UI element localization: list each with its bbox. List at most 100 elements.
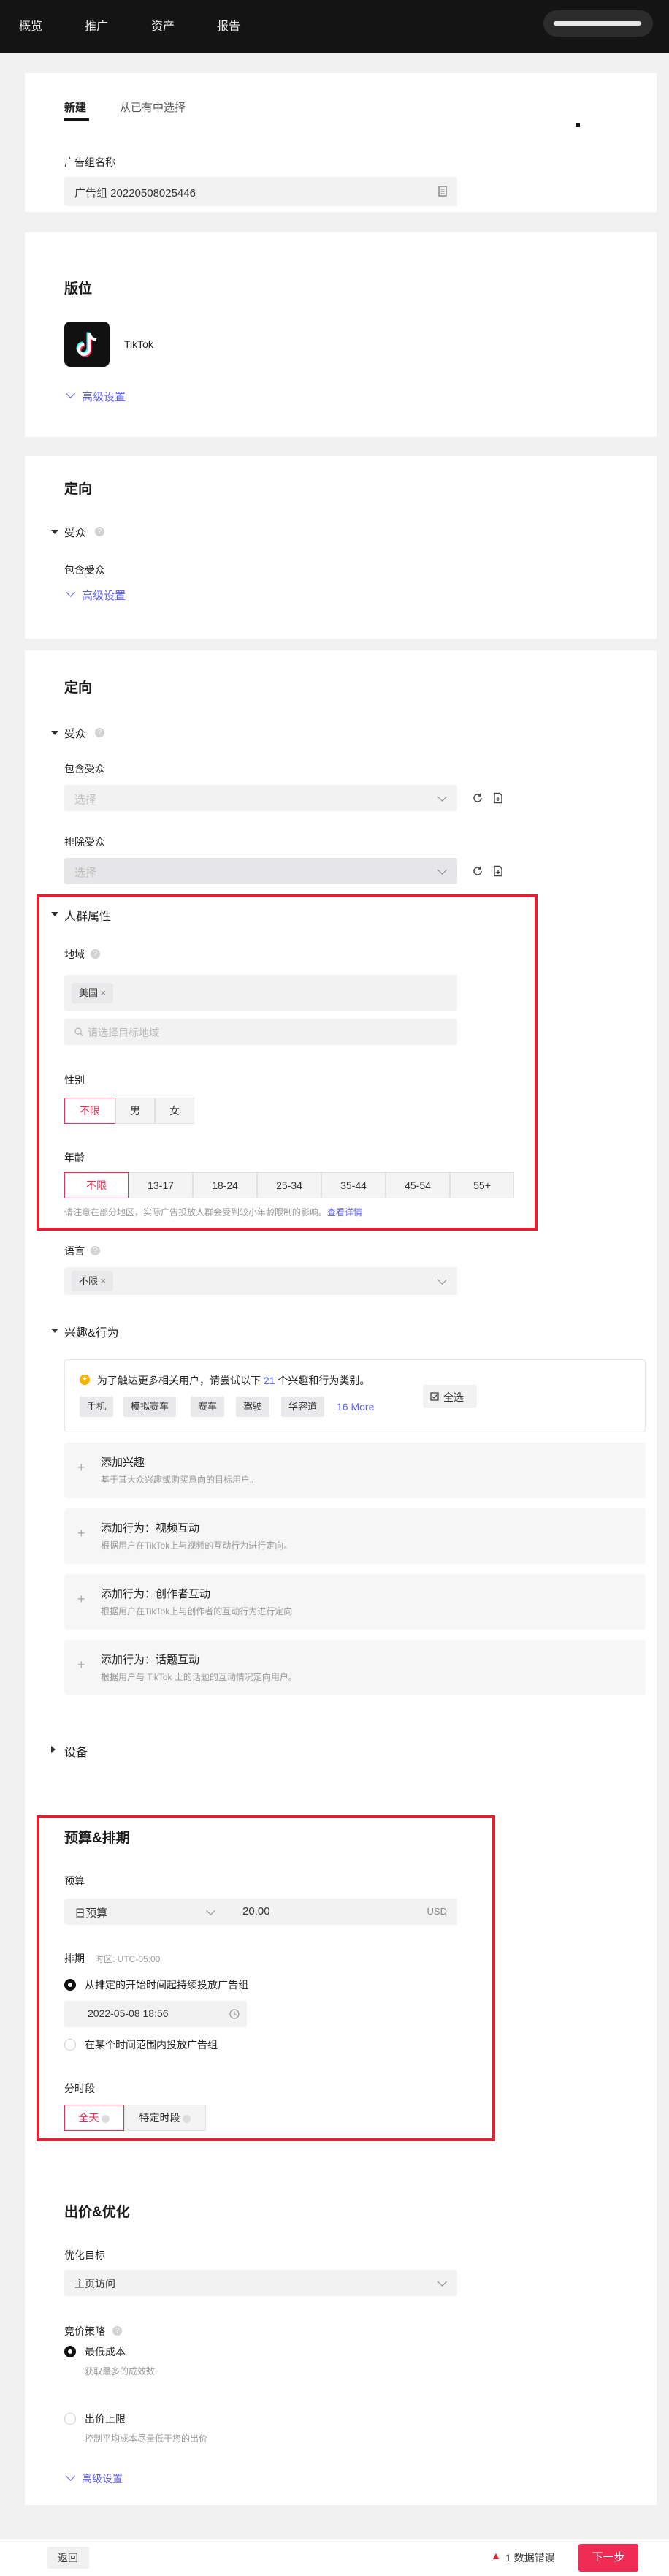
warning-icon: ▲	[491, 2550, 501, 2561]
nav-promote[interactable]: 推广	[85, 16, 108, 34]
placement-advanced-link[interactable]: 高级设置	[82, 389, 126, 404]
close-icon[interactable]: ×	[101, 1275, 107, 1286]
help-icon[interactable]: ?	[112, 2326, 122, 2336]
cost-cap-label[interactable]: 出价上限	[85, 2412, 126, 2426]
audience-label-1[interactable]: 受众	[64, 525, 86, 540]
adgroup-name-input[interactable]: 广告组 20220508025446	[64, 177, 457, 206]
help-icon[interactable]: ?	[95, 728, 104, 737]
optimization-goal-select[interactable]: 主页访问	[64, 2270, 457, 2296]
help-icon[interactable]: ?	[91, 1246, 100, 1255]
error-count-link[interactable]: 1 数据错误	[505, 2550, 555, 2565]
placement-app-name: TikTok	[124, 338, 153, 350]
refresh-icon[interactable]	[472, 792, 483, 804]
hashtag-interaction-desc: 根据用户与 TikTok 上的话题的互动情况定向用户。	[101, 1672, 297, 1682]
targeting-advanced-link[interactable]: 高级设置	[82, 588, 126, 603]
chevron-down-icon	[66, 2471, 75, 2481]
interest-tag[interactable]: 手机	[80, 1397, 114, 1417]
caret-right-icon[interactable]	[51, 1746, 56, 1753]
targeting-title-1: 定向	[64, 482, 93, 497]
clipboard-icon[interactable]	[438, 186, 447, 197]
exclude-audience-select[interactable]: 选择	[64, 858, 457, 884]
device-title[interactable]: 设备	[64, 1742, 88, 1760]
account-switcher[interactable]	[543, 10, 653, 37]
interest-suggestion-box: ✦ 为了触达更多相关用户，请尝试以下 21 个兴趣和行为类别。 手机 模拟赛车 …	[64, 1359, 646, 1432]
include-audience-placeholder: 选择	[74, 794, 97, 806]
chevron-down-icon	[437, 792, 447, 802]
tab-active-indicator	[64, 118, 89, 121]
nav-overview[interactable]: 概览	[19, 16, 42, 34]
exclude-audience-label: 排除受众	[64, 836, 105, 848]
marker-dot	[576, 123, 580, 127]
add-interest-desc: 基于其大众兴趣或购买意向的目标用户。	[101, 1475, 259, 1485]
tab-new[interactable]: 新建	[64, 99, 86, 115]
targeting-title-2: 定向	[64, 680, 93, 696]
add-creator-interaction-card[interactable]: + 添加行为：创作者互动 根据用户在TikTok上与创作者的互动行为进行定向	[64, 1574, 646, 1630]
include-audience-label-1: 包含受众	[64, 564, 105, 576]
account-name-redacted	[554, 21, 641, 26]
select-all-icon	[430, 1392, 439, 1401]
tip-count: 21	[263, 1375, 275, 1386]
include-audience-select[interactable]: 选择	[64, 785, 457, 811]
chevron-down-icon	[66, 389, 75, 398]
caret-down-icon[interactable]	[51, 530, 58, 534]
language-tag-label: 不限	[79, 1275, 99, 1286]
optimization-goal-label: 优化目标	[64, 2249, 105, 2261]
tiktok-logo-icon[interactable]	[64, 322, 110, 367]
bidding-advanced-link[interactable]: 高级设置	[82, 2471, 123, 2486]
bid-strategy-label: 竞价策略	[64, 2325, 105, 2337]
select-all-button[interactable]: 全选	[423, 1385, 477, 1408]
interest-tag[interactable]: 驾驶	[236, 1397, 270, 1417]
interest-suggestion-tip: 为了触达更多相关用户，请尝试以下 21 个兴趣和行为类别。	[97, 1373, 370, 1388]
top-nav-bar: 概览 推广 资产 报告	[0, 0, 669, 53]
language-tag[interactable]: 不限 ×	[72, 1271, 114, 1291]
lightbulb-icon: ✦	[80, 1375, 90, 1385]
language-label: 语言	[64, 1245, 85, 1257]
interests-title[interactable]: 兴趣&行为	[64, 1323, 119, 1340]
adgroup-name-value: 广告组 20220508025446	[74, 187, 196, 200]
plus-icon: +	[77, 1592, 85, 1606]
chevron-down-icon	[437, 865, 447, 875]
add-video-interaction-card[interactable]: + 添加行为：视频互动 根据用户在TikTok上与视频的互动行为进行定向。	[64, 1508, 646, 1564]
include-audience-label-2: 包含受众	[64, 763, 105, 775]
cost-cap-radio[interactable]	[64, 2413, 76, 2425]
lowest-cost-radio[interactable]	[64, 2346, 76, 2357]
interest-tag[interactable]: 华容道	[281, 1397, 325, 1417]
lowest-cost-desc: 获取最多的成效数	[85, 2366, 156, 2376]
lowest-cost-label[interactable]: 最低成本	[85, 2344, 126, 2359]
nav-assets[interactable]: 资产	[151, 16, 175, 34]
highlight-box-budget	[37, 1815, 495, 2141]
adgroup-name-card: 新建 从已有中选择 广告组名称 广告组 20220508025446	[25, 73, 657, 212]
tab-existing[interactable]: 从已有中选择	[120, 99, 186, 115]
add-interest-card[interactable]: + 添加兴趣 基于其大众兴趣或购买意向的目标用户。	[64, 1443, 646, 1498]
placement-card: 版位 TikTok 高级设置	[25, 232, 657, 437]
back-button[interactable]: 返回	[47, 2547, 89, 2569]
next-button[interactable]: 下一步	[578, 2544, 638, 2572]
caret-down-icon[interactable]	[51, 731, 58, 735]
add-interest-title: 添加兴趣	[101, 1456, 145, 1469]
interest-tag[interactable]: 模拟赛车	[123, 1397, 177, 1417]
create-audience-icon[interactable]	[492, 792, 504, 804]
nav-reports[interactable]: 报告	[217, 16, 240, 34]
language-select[interactable]: 不限 ×	[64, 1267, 457, 1295]
more-interests-link[interactable]: 16 More	[337, 1401, 374, 1413]
placement-title: 版位	[64, 281, 93, 297]
create-audience-icon[interactable]	[492, 865, 504, 877]
help-icon[interactable]: ?	[95, 527, 104, 536]
refresh-icon[interactable]	[472, 865, 483, 877]
creator-interaction-desc: 根据用户在TikTok上与创作者的互动行为进行定向	[101, 1606, 293, 1616]
audience-label-2[interactable]: 受众	[64, 726, 86, 741]
tip-suffix: 个兴趣和行为类别。	[278, 1375, 370, 1386]
targeting-card-1: 定向 受众 ? 包含受众 高级设置	[25, 456, 657, 639]
bidding-title: 出价&优化	[64, 2205, 130, 2220]
adgroup-name-label: 广告组名称	[64, 156, 115, 168]
select-all-label: 全选	[443, 1391, 464, 1403]
caret-down-icon[interactable]	[51, 1329, 58, 1333]
plus-icon: +	[77, 1526, 85, 1540]
tip-prefix: 为了触达更多相关用户，请尝试以下	[97, 1375, 261, 1386]
add-hashtag-interaction-card[interactable]: + 添加行为：话题互动 根据用户与 TikTok 上的话题的互动情况定向用户。	[64, 1640, 646, 1695]
video-interaction-desc: 根据用户在TikTok上与视频的互动行为进行定向。	[101, 1540, 293, 1551]
highlight-box-demographics	[37, 894, 538, 1231]
interest-tag[interactable]: 赛车	[191, 1397, 225, 1417]
chevron-down-icon	[437, 2277, 447, 2287]
chevron-down-icon	[437, 1275, 447, 1285]
